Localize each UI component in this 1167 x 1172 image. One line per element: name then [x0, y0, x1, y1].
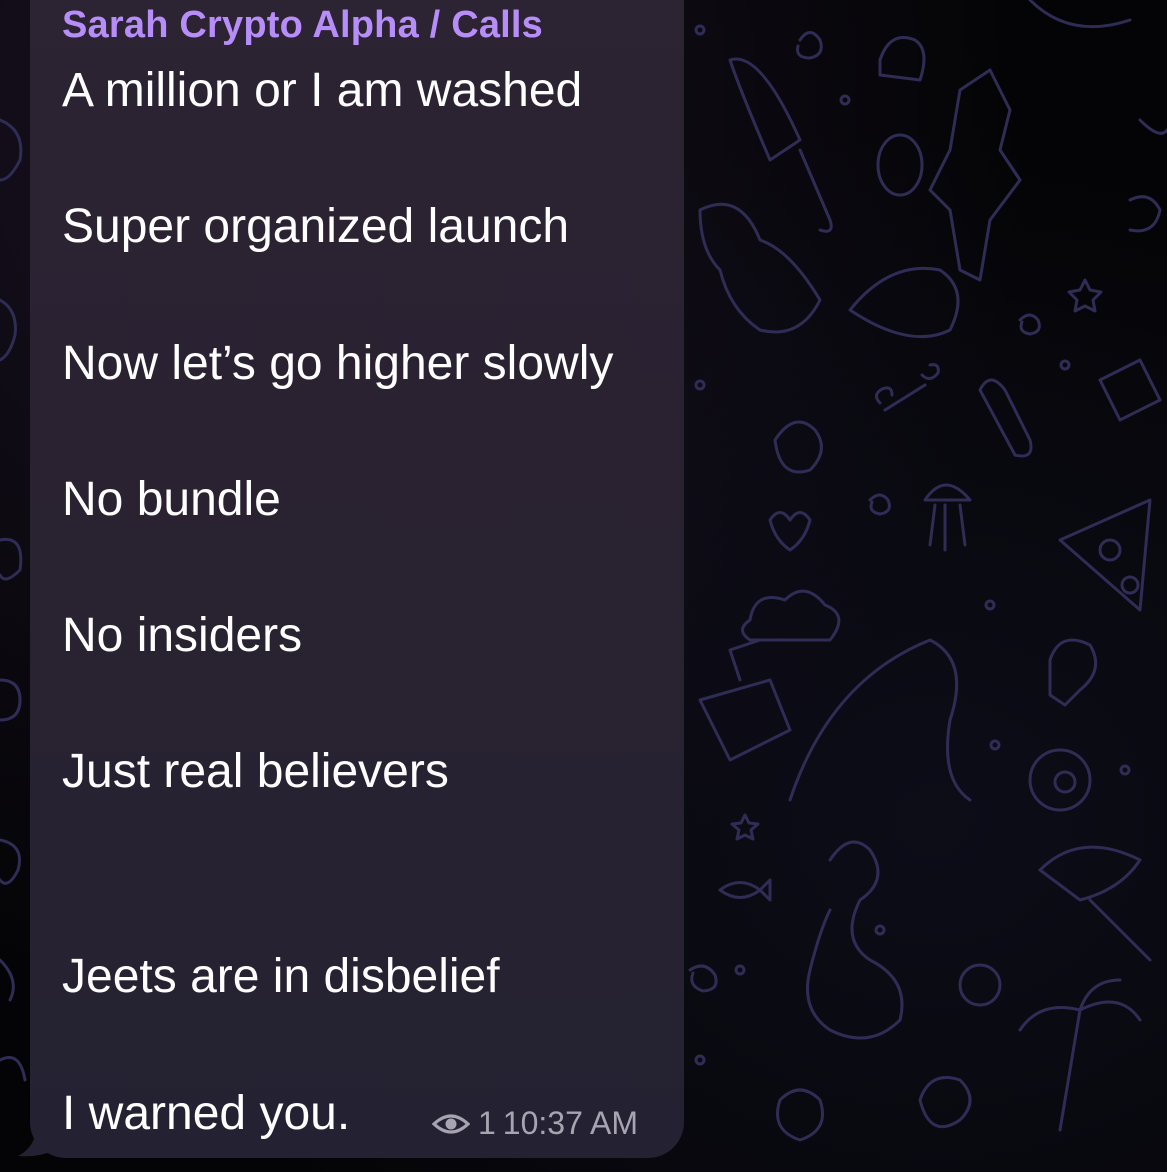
- sender-name[interactable]: Sarah Crypto Alpha / Calls: [62, 4, 543, 47]
- message-meta: 1 10:37 AM: [432, 1105, 638, 1142]
- message-line: Super organized launch: [62, 200, 570, 253]
- message-line: I warned you.: [62, 1087, 351, 1140]
- message-line: Just real believers: [62, 745, 449, 798]
- message-line: Jeets are in disbelief: [62, 950, 500, 1003]
- message-line: A million or I am washed: [62, 64, 583, 117]
- message-time: 10:37 AM: [502, 1105, 638, 1141]
- bubble-tail: [18, 1130, 56, 1157]
- view-count: 1: [478, 1105, 496, 1141]
- message-line: No bundle: [62, 473, 281, 526]
- message-line: Now let’s go higher slowly: [62, 337, 614, 390]
- message-line: No insiders: [62, 609, 303, 662]
- eye-icon: [432, 1113, 470, 1134]
